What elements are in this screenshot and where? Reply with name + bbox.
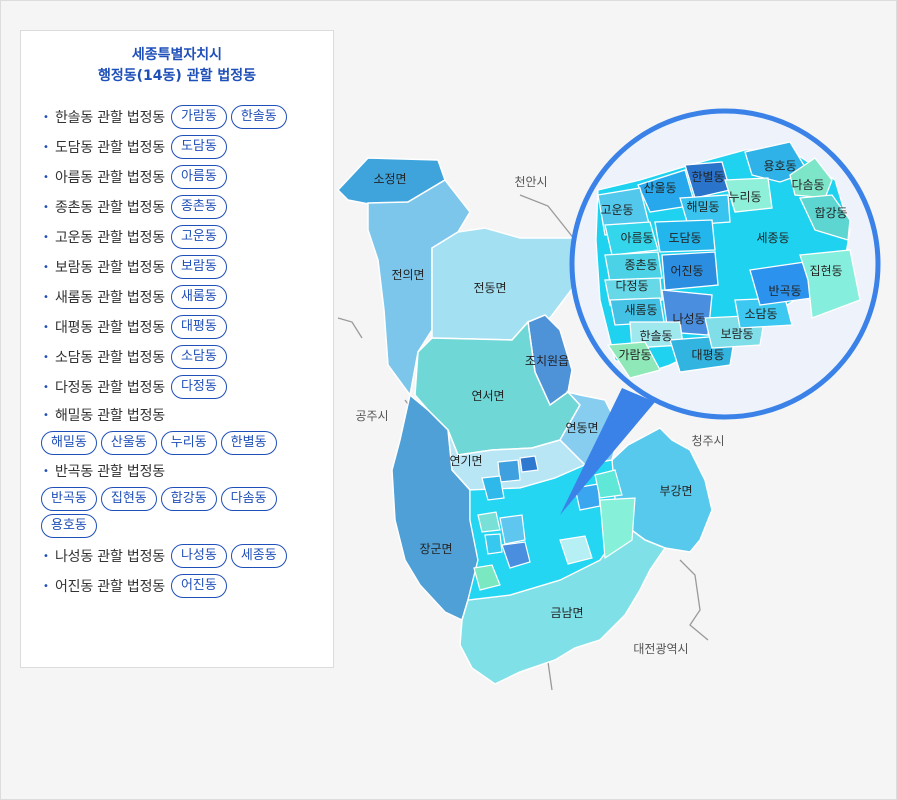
label-garam: 가람동 <box>618 348 651 362</box>
label-yeonseo: 연서면 <box>471 389 504 403</box>
label-bangok: 반곡동 <box>768 284 801 298</box>
label-saerom: 새롬동 <box>624 303 657 317</box>
label-jiphyeon: 집현동 <box>809 264 842 278</box>
label-hanbyeol: 한별동 <box>691 170 724 184</box>
label-nuri: 누리동 <box>728 190 761 204</box>
label-hapgang: 합강동 <box>814 206 847 220</box>
label-jeondong: 전동면 <box>473 281 506 295</box>
label-naseong: 나성동 <box>672 312 705 326</box>
label-yongho: 용호동 <box>763 159 796 173</box>
label-gongju: 공주시 <box>355 409 388 423</box>
label-haemil: 해밀동 <box>686 200 719 214</box>
label-janggun: 장군면 <box>419 542 452 556</box>
label-daepyeong: 대평동 <box>691 348 724 362</box>
sejong-map: 소정면 전의면 전동면 조치원읍 연서면 연동면 연기면 장군면 부강면 금남면… <box>336 108 881 691</box>
label-dasom: 다솜동 <box>791 178 824 192</box>
label-geumnam: 금남면 <box>550 606 583 620</box>
label-sejong: 세종동 <box>756 231 789 245</box>
label-hansol: 한솔동 <box>639 329 672 343</box>
label-yeondong: 연동면 <box>565 421 598 435</box>
label-boram: 보람동 <box>720 327 753 341</box>
label-eojin: 어진동 <box>670 264 703 278</box>
label-jochiwon: 조치원읍 <box>525 354 569 368</box>
label-bugang: 부강면 <box>659 484 692 498</box>
label-cheonan: 천안시 <box>514 174 547 189</box>
label-sojeong: 소정면 <box>373 172 406 186</box>
label-yeongi: 연기면 <box>449 454 482 468</box>
zoom-inset: 산울동 한별동 용호동 다솜동 누리동 고운동 해밀동 합강동 아름동 도담동 … <box>569 108 881 420</box>
label-cheongju: 청주시 <box>691 434 724 448</box>
label-dajeong: 다정동 <box>615 279 648 293</box>
label-areum: 아름동 <box>620 231 653 245</box>
label-gowoon: 고운동 <box>600 203 633 217</box>
label-dodam: 도담동 <box>668 231 701 245</box>
label-sanul: 산울동 <box>643 181 676 195</box>
label-sodam: 소담동 <box>744 307 777 321</box>
label-jongchon: 종촌동 <box>624 258 657 272</box>
label-jeonui: 전의면 <box>391 268 424 282</box>
label-daejeon: 대전광역시 <box>633 642 688 656</box>
